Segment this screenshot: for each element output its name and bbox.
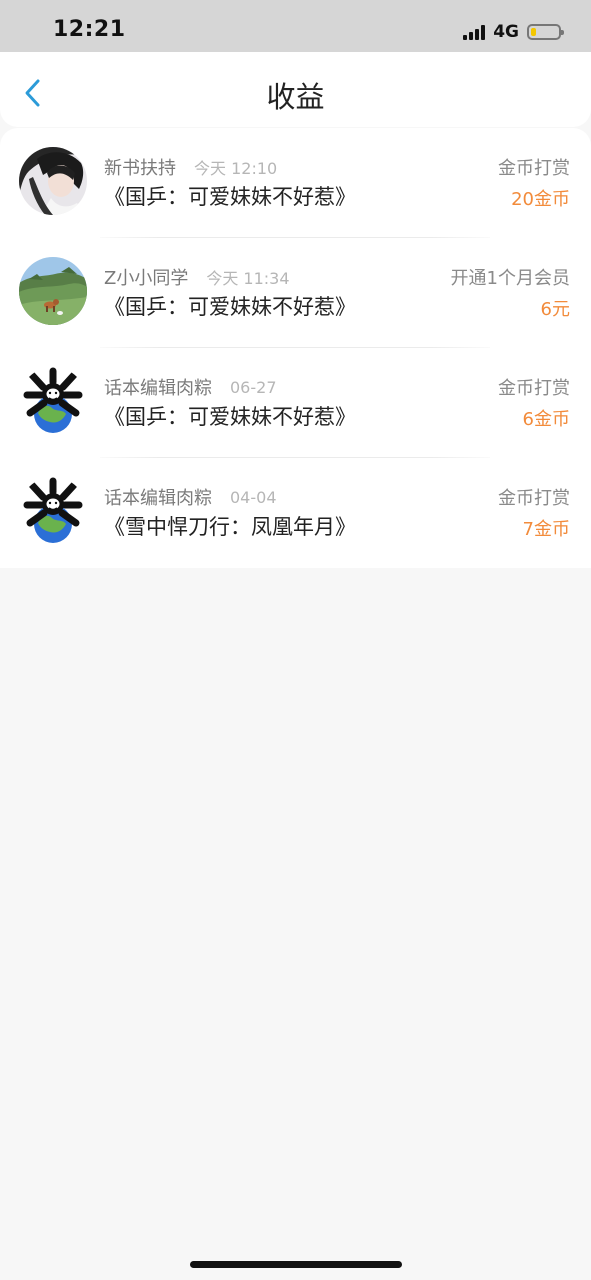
book-title: 《国乒：可爱妹妹不好惹》 <box>104 295 356 319</box>
cartoon-earth-avatar <box>19 477 87 545</box>
user-name: Z小小同学 <box>104 268 189 289</box>
reward-type: 金币打赏 <box>498 158 570 179</box>
reward-amount: 7金币 <box>522 519 570 540</box>
record-time: 今天 12:10 <box>194 159 278 178</box>
network-label: 4G <box>493 22 519 42</box>
earnings-record[interactable]: 新书扶持 今天 12:10 《国乒：可爱妹妹不好惹》 金币打赏 20金币 <box>0 128 591 238</box>
reward-amount: 6金币 <box>522 409 570 430</box>
reward-type: 开通1个月会员 <box>450 268 570 289</box>
cartoon-earth-avatar <box>19 367 87 435</box>
earnings-record[interactable]: 话本编辑肉粽 06-27 《国乒：可爱妹妹不好惹》 金币打赏 6金币 <box>0 348 591 458</box>
record-meta: 话本编辑肉粽 06-27 <box>104 374 277 400</box>
user-name: 话本编辑肉粽 <box>104 378 212 399</box>
status-bar: 12:21 4G <box>0 0 591 52</box>
record-time: 04-04 <box>230 487 277 507</box>
book-title: 《雪中悍刀行：凤凰年月》 <box>104 515 356 539</box>
reward-type: 金币打赏 <box>498 378 570 399</box>
battery-fill <box>531 28 536 36</box>
reward-amount: 20金币 <box>511 189 570 210</box>
reward-amount: 6元 <box>540 299 570 320</box>
landscape-dog-avatar <box>19 257 87 325</box>
header: 收益 <box>0 52 591 127</box>
user-name: 新书扶持 <box>104 158 176 179</box>
earnings-record[interactable]: Z小小同学 今天 11:34 《国乒：可爱妹妹不好惹》 开通1个月会员 6元 <box>0 238 591 348</box>
record-meta: Z小小同学 今天 11:34 <box>104 264 290 290</box>
status-time: 12:21 <box>53 17 126 42</box>
reward-type: 金币打赏 <box>498 488 570 509</box>
home-indicator <box>190 1261 402 1268</box>
earnings-list: 新书扶持 今天 12:10 《国乒：可爱妹妹不好惹》 金币打赏 20金币 Z小小… <box>0 128 591 568</box>
battery-icon <box>527 24 564 40</box>
record-meta: 话本编辑肉粽 04-04 <box>104 484 277 510</box>
earnings-record[interactable]: 话本编辑肉粽 04-04 《雪中悍刀行：凤凰年月》 金币打赏 7金币 <box>0 458 591 568</box>
record-time: 06-27 <box>230 377 277 397</box>
user-name: 话本编辑肉粽 <box>104 488 212 509</box>
signal-bars-icon <box>463 24 486 40</box>
record-time: 今天 11:34 <box>206 269 290 288</box>
status-icons: 4G <box>463 20 564 44</box>
page-title: 收益 <box>266 80 325 114</box>
book-title: 《国乒：可爱妹妹不好惹》 <box>104 185 356 209</box>
book-title: 《国乒：可爱妹妹不好惹》 <box>104 405 356 429</box>
portrait-avatar <box>19 147 87 215</box>
record-meta: 新书扶持 今天 12:10 <box>104 154 277 180</box>
